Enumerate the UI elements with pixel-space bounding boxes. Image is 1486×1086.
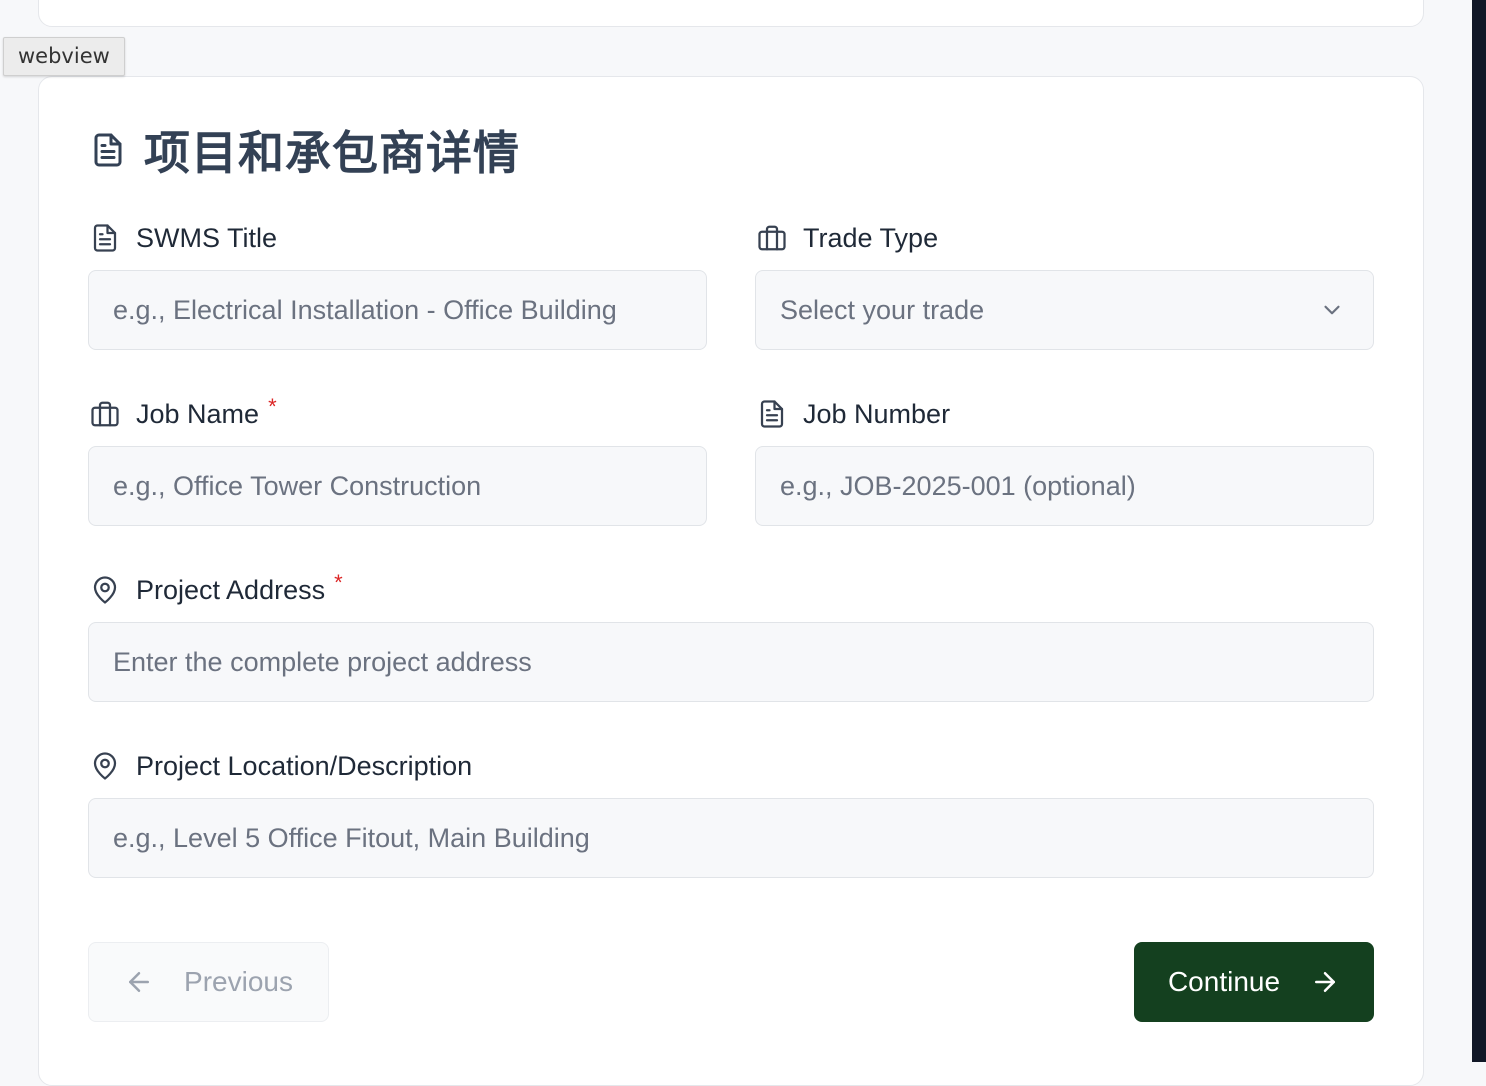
job-number-placeholder: e.g., JOB-2025-001 (optional) [780,470,1136,501]
arrow-left-icon [129,972,150,992]
section-title: 项目和承包商详情 [144,126,520,180]
project-address-label-text: Project Address [136,574,326,605]
swms-title-label-text: SWMS Title [136,222,278,253]
arrow-right-icon [1315,972,1336,992]
previous-button[interactable]: Previous [88,942,329,1022]
section-header: 项目和承包商详情 [90,118,520,182]
swms-title-input[interactable]: e.g., Electrical Installation - Office B… [88,270,707,350]
job-name-label-text: Job Name [136,398,260,429]
project-address-placeholder: Enter the complete project address [113,646,532,677]
job-number-input[interactable]: e.g., JOB-2025-001 (optional) [755,446,1374,526]
briefcase-icon [758,225,786,251]
document-icon [93,224,117,252]
project-address-input[interactable]: Enter the complete project address [88,622,1374,702]
job-number-label-text: Job Number [803,398,951,429]
previous-button-label: Previous [184,966,293,997]
map-pin-icon [93,576,117,604]
trade-type-label-text: Trade Type [803,222,939,253]
document-icon [94,133,122,167]
briefcase-icon [91,401,119,427]
project-location-input[interactable]: e.g., Level 5 Office Fitout, Main Buildi… [88,798,1374,878]
project-location-label: Project Location/Description [90,746,472,786]
trade-type-label: Trade Type [757,218,938,258]
trade-type-select[interactable]: Select your trade [755,270,1374,350]
required-asterisk: * [334,570,343,595]
window-edge [1472,0,1486,1062]
map-pin-icon [93,752,117,780]
job-name-input[interactable]: e.g., Office Tower Construction [88,446,707,526]
project-location-placeholder: e.g., Level 5 Office Fitout, Main Buildi… [113,822,590,853]
webview-tooltip: webview [3,37,125,76]
continue-button[interactable]: Continue [1134,942,1374,1022]
swms-title-placeholder: e.g., Electrical Installation - Office B… [113,294,617,325]
previous-section-card [38,0,1424,27]
trade-type-value: Select your trade [780,294,985,325]
document-icon [760,400,784,428]
job-name-placeholder: e.g., Office Tower Construction [113,470,482,501]
continue-button-label: Continue [1167,966,1281,997]
project-location-label-text: Project Location/Description [136,750,473,781]
swms-title-label: SWMS Title [90,218,277,258]
job-name-label: Job Name * [90,394,277,434]
project-address-label: Project Address * [90,570,343,610]
chevron-down-icon [1324,305,1340,315]
job-number-label: Job Number [757,394,950,434]
required-asterisk: * [268,394,277,419]
